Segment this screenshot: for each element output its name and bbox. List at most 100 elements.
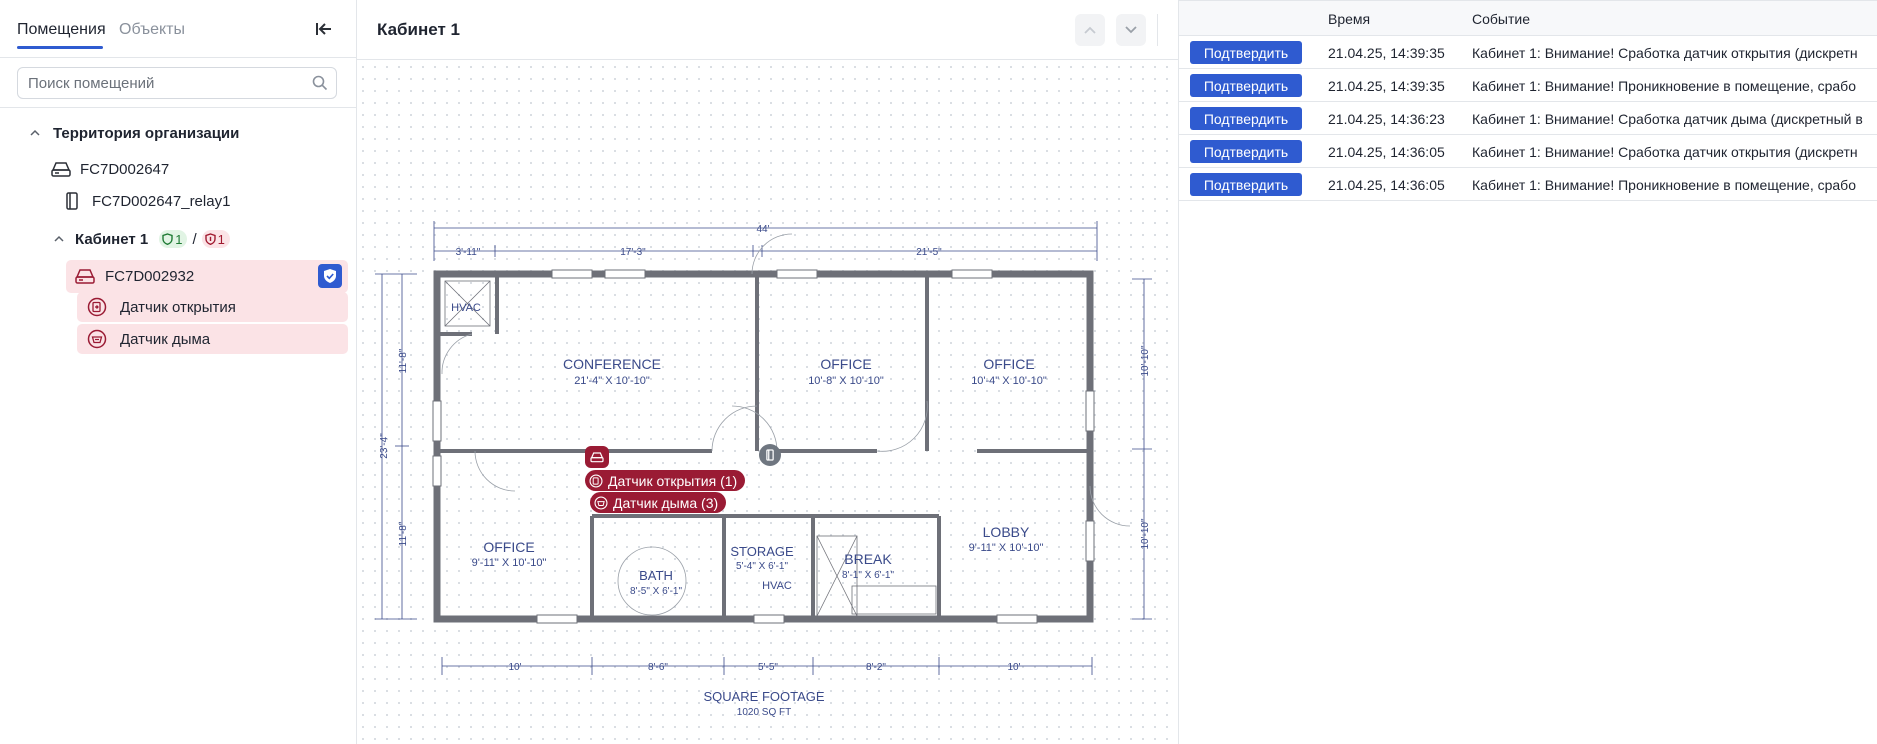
confirm-button[interactable]: Подтвердить (1190, 173, 1302, 196)
table-row: Подтвердить 21.04.25, 14:39:35 Кабинет 1… (1179, 36, 1877, 69)
alarm-count: 1 (217, 231, 225, 247)
tree-item-open-sensor[interactable]: Датчик открытия (87, 293, 236, 321)
dimension-label: 23'-4" (379, 433, 390, 459)
room-name: CONFERENCE (563, 356, 661, 372)
dimension-label: 3'-11" (456, 247, 481, 258)
door-sensor-icon (589, 473, 603, 488)
room-name: OFFICE (820, 356, 871, 372)
active-tab-indicator (17, 46, 103, 49)
tree-item-territory[interactable]: Территория организации (28, 119, 239, 147)
search-icon[interactable] (312, 75, 328, 91)
confirm-button[interactable]: Подтвердить (1190, 107, 1302, 130)
tree-label: Датчик дыма (120, 330, 211, 348)
room-size: 21'-4" X 10'-10" (574, 375, 650, 387)
tree-label: Датчик открытия (120, 298, 236, 316)
column-header-time: Время (1328, 11, 1371, 27)
dimension-label: 17'-3" (620, 247, 646, 258)
tree-item-room[interactable]: Кабинет 1 1 / 1 (52, 225, 230, 253)
dimension-label: 10' (508, 662, 521, 673)
tree-item-smoke-sensor[interactable]: Датчик дыма (87, 325, 210, 353)
armed-count: 1 (175, 231, 183, 247)
confirm-button[interactable]: Подтвердить (1190, 140, 1302, 163)
room-name: LOBBY (983, 524, 1030, 540)
relay-icon (66, 192, 78, 210)
badge-separator: / (192, 230, 197, 248)
room-size: 9'-11" X 10'-10" (969, 542, 1044, 554)
event-text: Кабинет 1: Внимание! Проникновение в пом… (1472, 78, 1856, 94)
relay-marker[interactable] (759, 444, 781, 466)
floor-plan-drawing: HVAC CONFERENCE 21'-4" X 10'-10" OFFICE … (375, 221, 1152, 718)
dimension-label: 10'-10" (1140, 345, 1151, 376)
dimension-label: 44' (756, 224, 769, 235)
dimension-label: 11'-8" (398, 348, 409, 373)
hub-icon (75, 269, 95, 284)
armed-count-badge: 1 (159, 230, 188, 248)
room-name: HVAC (762, 580, 792, 592)
prev-room-button[interactable] (1075, 14, 1105, 46)
room-name: BREAK (844, 551, 892, 567)
shield-icon (162, 233, 173, 245)
alarm-count-badge: 1 (201, 230, 230, 248)
event-time: 21.04.25, 14:36:05 (1328, 144, 1445, 160)
chevron-up-icon[interactable] (52, 232, 66, 246)
tree-label: FC7D002932 (105, 267, 195, 285)
room-search-input[interactable] (28, 68, 298, 98)
room-name: HVAC (451, 302, 481, 314)
header-divider (1157, 14, 1158, 46)
event-time: 21.04.25, 14:39:35 (1328, 78, 1445, 94)
tree-item-device-2[interactable]: FC7D002932 (74, 262, 194, 290)
plan-panel: Кабинет 1 HVAC CONFERENCE 21'-4" X 10'-1… (357, 0, 1178, 744)
room-size: 5'-4" X 6'-1" (736, 561, 789, 572)
page-title: Кабинет 1 (377, 20, 460, 39)
room-name: BATH (639, 568, 673, 583)
confirm-button[interactable]: Подтвердить (1190, 74, 1302, 97)
tab-objects[interactable]: Объекты (119, 20, 185, 40)
chevron-up-icon (1084, 26, 1096, 34)
smoke-sensor-icon (594, 495, 608, 510)
sidebar: Помещения Объекты Терр (0, 0, 357, 744)
event-text: Кабинет 1: Внимание! Сработка датчик дым… (1472, 111, 1863, 127)
hub-icon (590, 452, 604, 463)
collapse-sidebar-button[interactable] (313, 18, 335, 40)
chevron-down-icon (1125, 26, 1137, 34)
marker-label: Датчик дыма (3) (613, 494, 719, 511)
device-marker[interactable] (585, 446, 609, 468)
sidebar-divider (0, 107, 357, 108)
dimension-label: 8'-6" (648, 662, 668, 673)
room-search-box (17, 67, 337, 99)
open-sensor-marker[interactable]: Датчик открытия (1) (585, 470, 746, 491)
marker-label: Датчик открытия (1) (608, 472, 738, 489)
dimension-label: 11'-8" (398, 521, 409, 546)
event-time: 21.04.25, 14:39:35 (1328, 45, 1445, 61)
room-size: 10'-8" X 10'-10" (808, 375, 884, 387)
event-text: Кабинет 1: Внимание! Сработка датчик отк… (1472, 45, 1858, 61)
tree-item-device-1[interactable]: FC7D002647 (50, 155, 169, 183)
events-table-header: Время Событие (1179, 0, 1877, 36)
event-text: Кабинет 1: Внимание! Проникновение в пом… (1472, 177, 1856, 193)
events-panel: Время Событие Подтвердить 21.04.25, 14:3… (1178, 0, 1877, 744)
hub-icon (51, 162, 71, 177)
room-name: OFFICE (983, 356, 1034, 372)
plan-header: Кабинет 1 (357, 0, 1178, 60)
event-time: 21.04.25, 14:36:23 (1328, 111, 1445, 127)
tree-item-relay-1[interactable]: FC7D002647_relay1 (64, 187, 230, 215)
table-row: Подтвердить 21.04.25, 14:36:05 Кабинет 1… (1179, 168, 1877, 201)
smoke-sensor-marker[interactable]: Датчик дыма (3) (590, 492, 727, 513)
tab-rooms[interactable]: Помещения (17, 20, 106, 40)
chevron-up-icon[interactable] (28, 126, 42, 140)
door-sensor-icon (87, 297, 107, 317)
table-row: Подтвердить 21.04.25, 14:36:23 Кабинет 1… (1179, 102, 1877, 135)
next-room-button[interactable] (1116, 14, 1146, 46)
table-row: Подтвердить 21.04.25, 14:36:05 Кабинет 1… (1179, 135, 1877, 168)
dimension-label: 21'-5" (916, 247, 942, 258)
dimension-label: 10' (1007, 662, 1020, 673)
event-text: Кабинет 1: Внимание! Сработка датчик отк… (1472, 144, 1858, 160)
column-header-event: Событие (1472, 11, 1530, 27)
smoke-sensor-icon (87, 329, 107, 349)
confirm-button[interactable]: Подтвердить (1190, 41, 1302, 64)
room-name: OFFICE (483, 539, 534, 555)
room-name: STORAGE (730, 544, 794, 559)
floor-plan-canvas[interactable]: HVAC CONFERENCE 21'-4" X 10'-10" OFFICE … (357, 61, 1178, 744)
dimension-label: 5'-5" (758, 662, 778, 673)
arm-device-button[interactable] (318, 264, 342, 288)
